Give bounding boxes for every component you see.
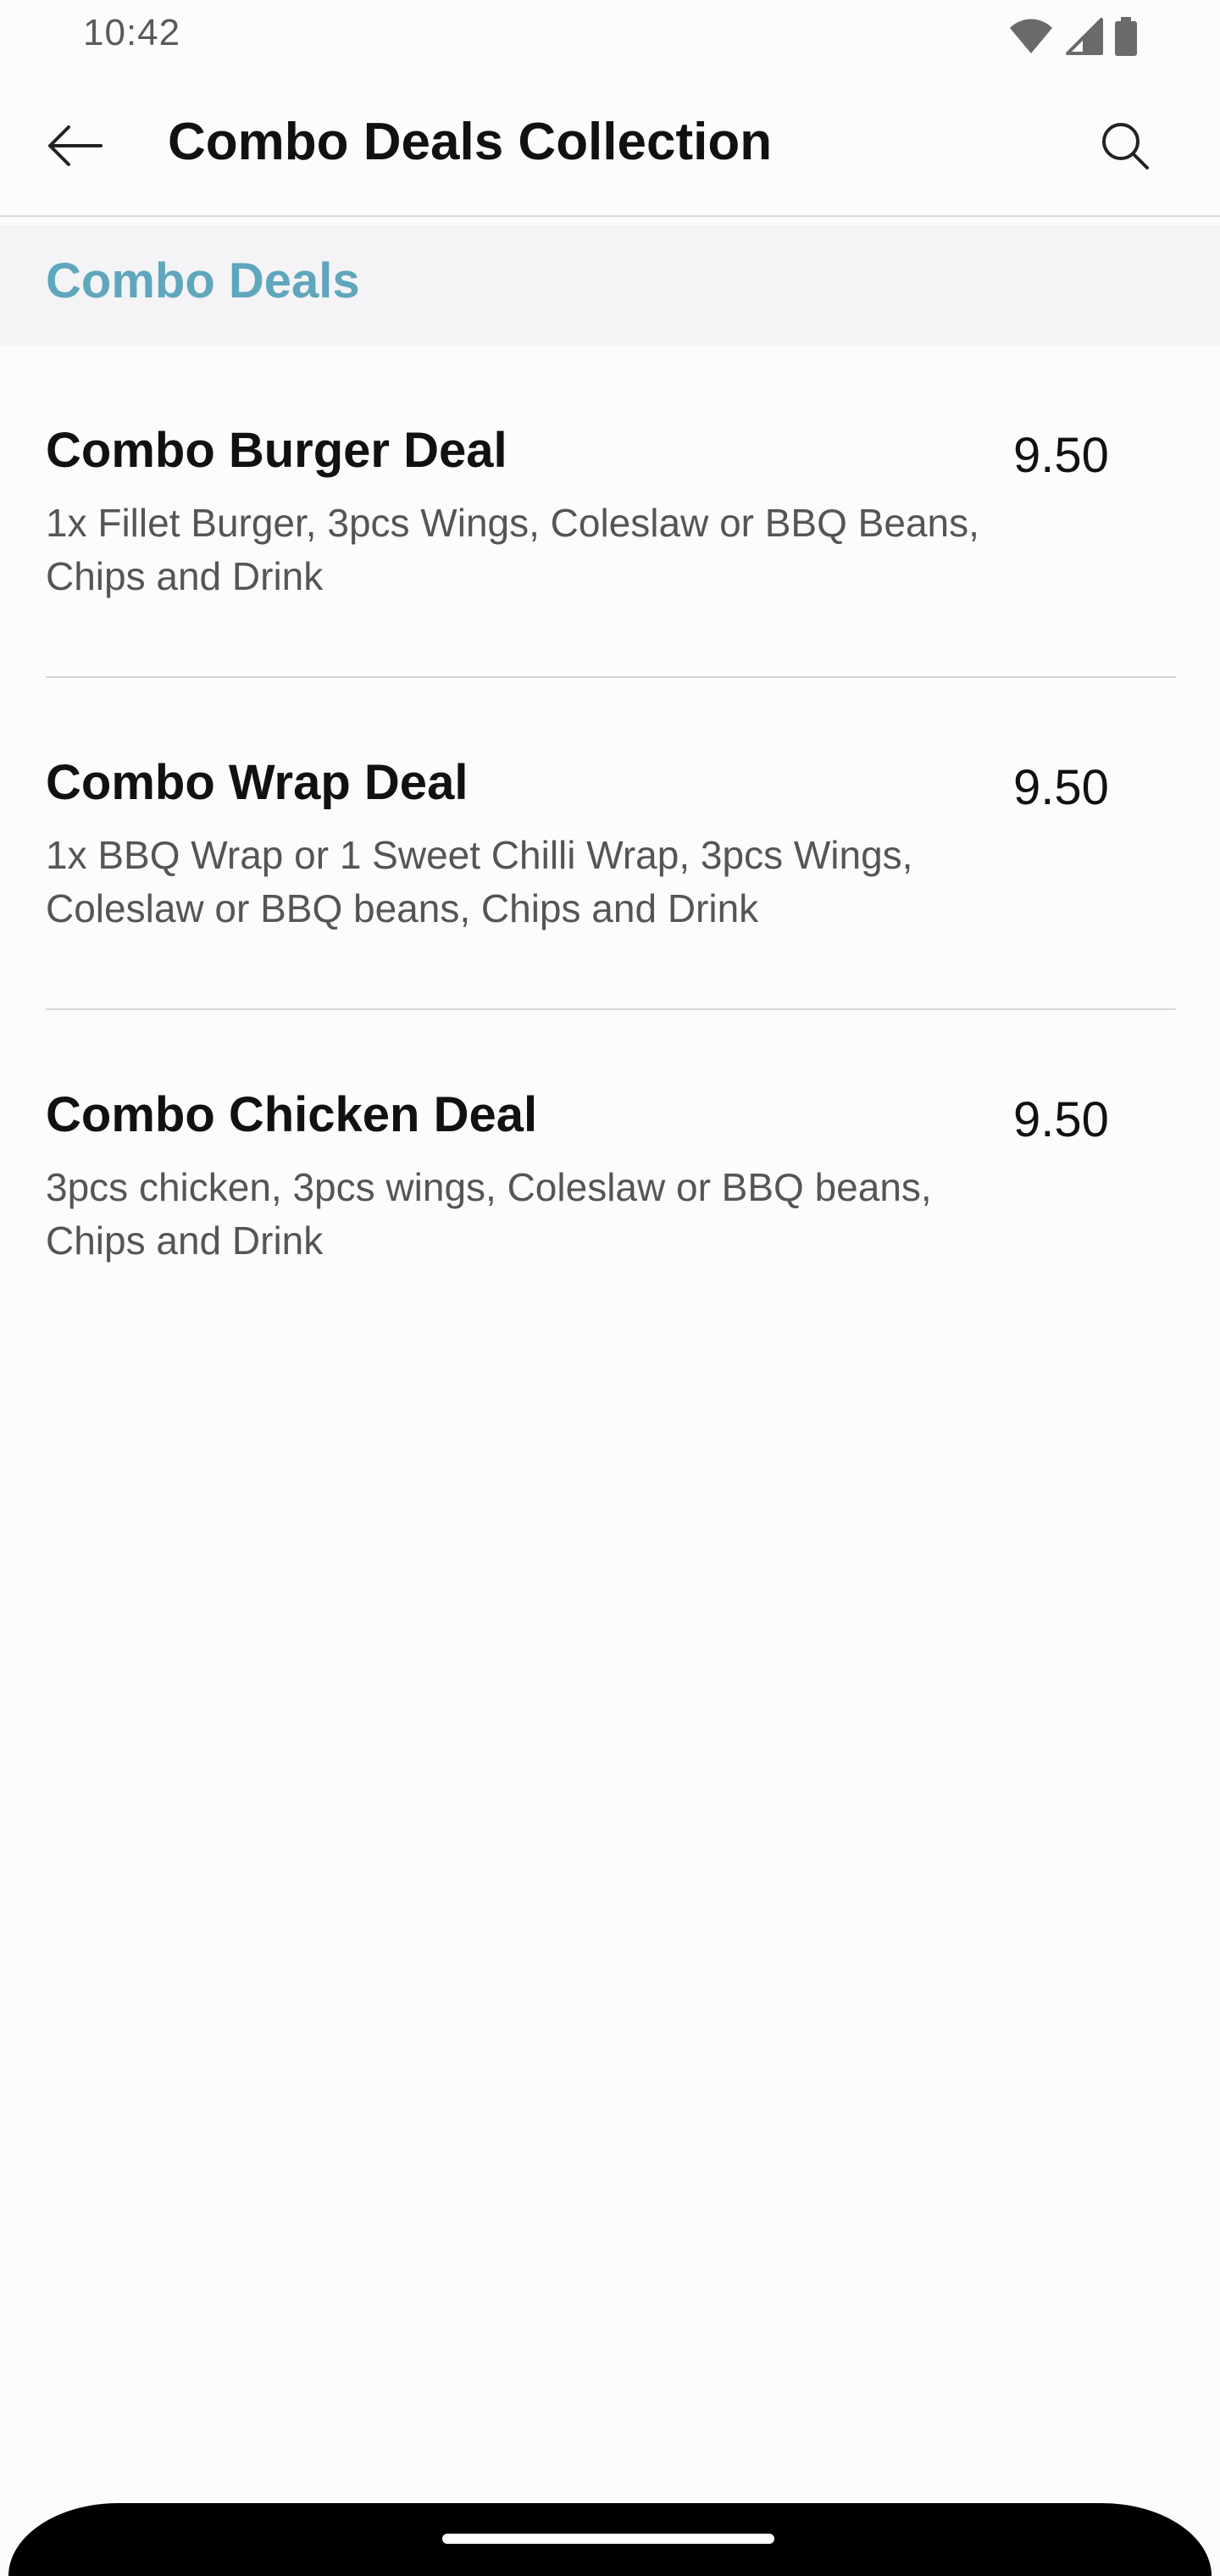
item-name: Combo Burger Deal bbox=[46, 423, 507, 478]
home-indicator[interactable] bbox=[442, 2534, 774, 2544]
status-icons bbox=[1008, 15, 1139, 58]
item-description: 1x Fillet Burger, 3pcs Wings, Coleslaw o… bbox=[46, 501, 979, 598]
search-button[interactable] bbox=[1081, 107, 1169, 188]
menu-item-combo-chicken-deal[interactable]: Combo Chicken Deal 9.50 3pcs chicken, 3p… bbox=[0, 1010, 1220, 1342]
search-icon bbox=[1100, 120, 1151, 175]
back-button[interactable] bbox=[30, 107, 119, 188]
item-price: 9.50 bbox=[1013, 760, 1109, 815]
menu-list: Combo Burger Deal 9.50 1x Fillet Burger,… bbox=[0, 346, 1220, 1342]
item-price: 9.50 bbox=[1013, 428, 1109, 483]
section-header: Combo Deals bbox=[0, 225, 1220, 346]
section-title: Combo Deals bbox=[46, 253, 360, 308]
menu-item-combo-burger-deal[interactable]: Combo Burger Deal 9.50 1x Fillet Burger,… bbox=[0, 346, 1220, 678]
wifi-icon bbox=[1008, 18, 1054, 55]
item-description: 1x BBQ Wrap or 1 Sweet Chilli Wrap, 3pcs… bbox=[46, 833, 913, 930]
item-name: Combo Wrap Deal bbox=[46, 755, 469, 810]
page-title: Combo Deals Collection bbox=[168, 113, 773, 171]
menu-item-combo-wrap-deal[interactable]: Combo Wrap Deal 9.50 1x BBQ Wrap or 1 Sw… bbox=[0, 678, 1220, 1010]
item-description: 3pcs chicken, 3pcs wings, Coleslaw or BB… bbox=[46, 1165, 932, 1263]
app-bar: Combo Deals Collection bbox=[0, 78, 1220, 217]
status-time: 10:42 bbox=[83, 12, 181, 53]
battery-icon bbox=[1113, 17, 1139, 56]
arrow-left-icon bbox=[47, 125, 103, 171]
item-name: Combo Chicken Deal bbox=[46, 1087, 538, 1142]
status-bar: 10:42 bbox=[0, 0, 1220, 78]
cellular-signal-icon bbox=[1064, 18, 1103, 55]
screen: 10:42 Combo Deals Collection Combo Deals… bbox=[0, 0, 1220, 2576]
item-price: 9.50 bbox=[1013, 1092, 1109, 1147]
